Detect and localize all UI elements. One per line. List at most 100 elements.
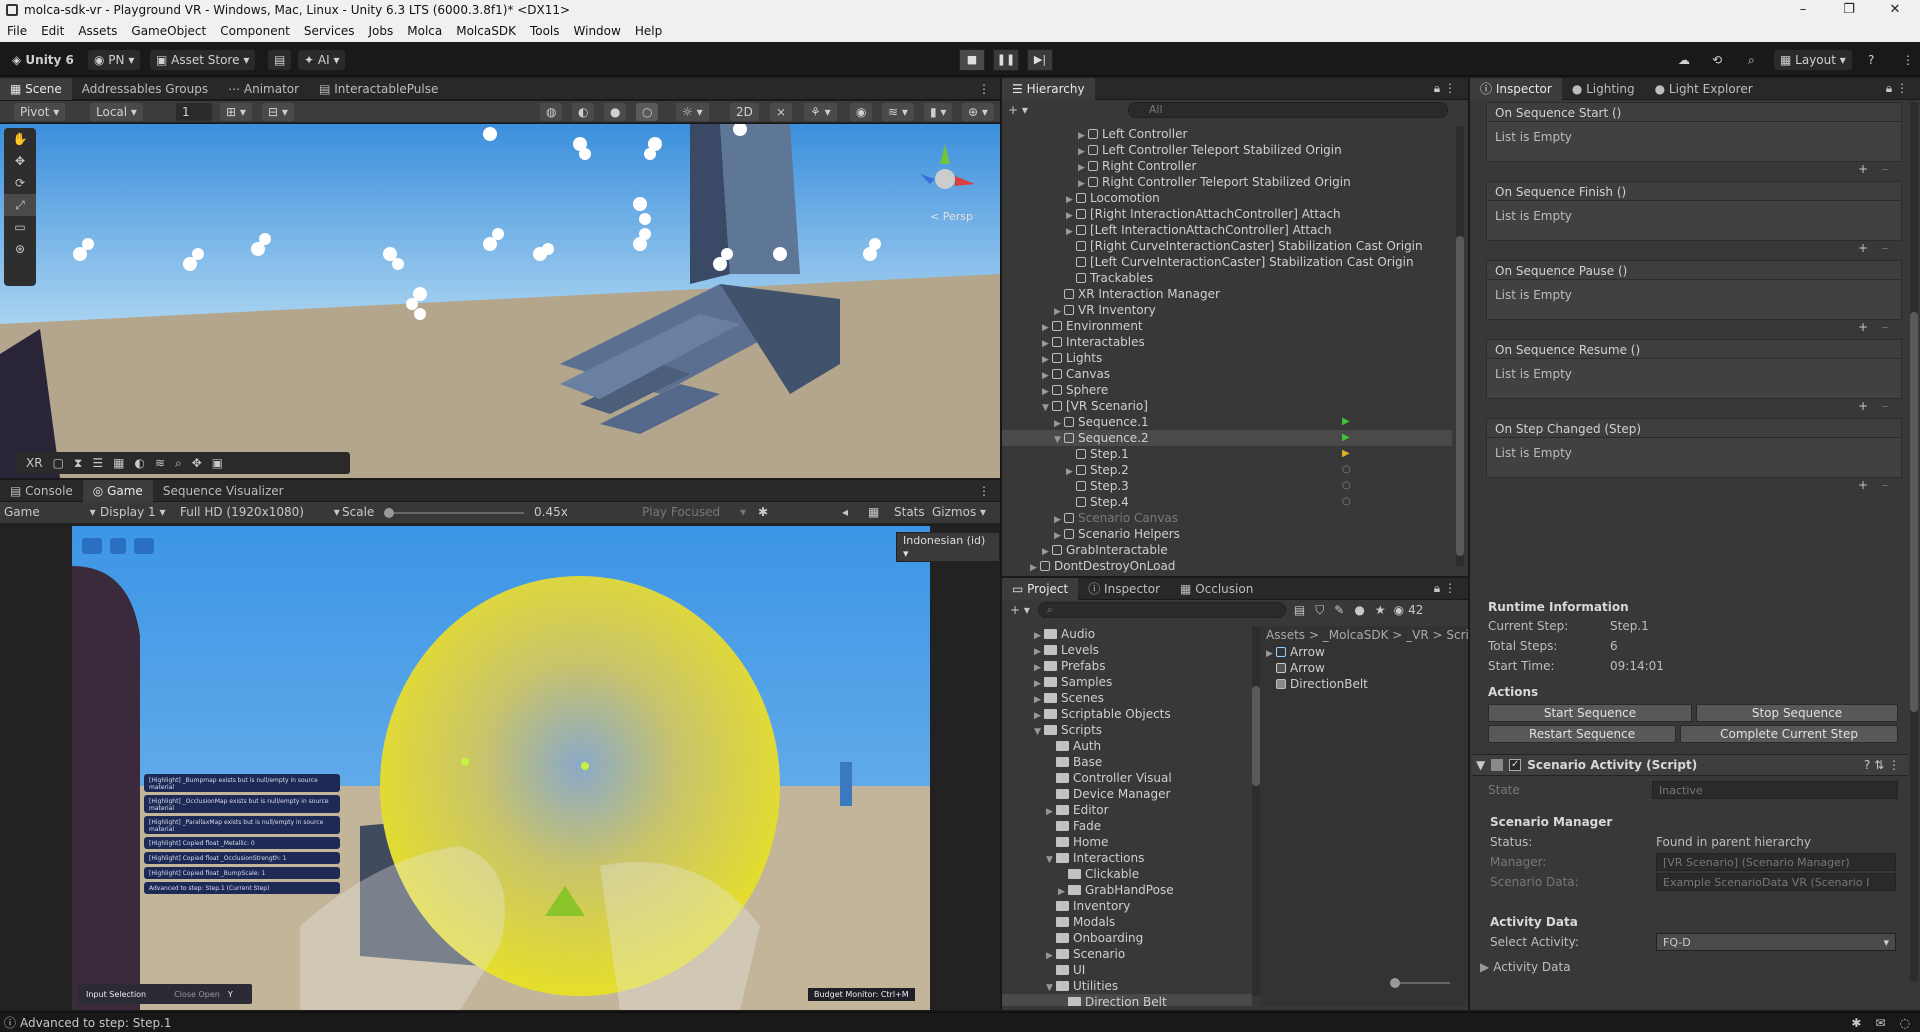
add-listener-button[interactable]: + (1858, 162, 1868, 176)
project-folder-item[interactable]: ▶ Scenario (1002, 946, 1252, 962)
inspector-scrollbar[interactable] (1910, 102, 1918, 982)
controller-icon[interactable] (110, 538, 126, 554)
project-folder-item[interactable]: ▼ Interactions (1002, 850, 1252, 866)
project-folder-item[interactable]: ▶ Scenes (1002, 690, 1252, 706)
hidden-packages-icon[interactable]: ● (1354, 603, 1364, 617)
step-button[interactable]: ▶| (1027, 49, 1053, 71)
vr-headset-icon[interactable] (82, 538, 102, 554)
hierarchy-item[interactable]: ▶ DontDestroyOnLoad (1002, 558, 1452, 574)
scene-menu-icon[interactable]: ⋮ (978, 82, 1000, 96)
project-folder-item[interactable]: Base (1002, 754, 1252, 770)
remove-listener-button[interactable]: – (1882, 399, 1888, 413)
effects-icon[interactable]: ☼ ▾ (676, 103, 709, 121)
breadcrumb-vr[interactable]: _VR (1406, 628, 1429, 642)
bug-report-icon[interactable]: ✱ (1851, 1016, 1861, 1030)
icon-size-slider[interactable] (1390, 978, 1450, 988)
menu-molca[interactable]: Molca (400, 24, 449, 38)
rotate-tool-icon[interactable]: ⟳ (4, 172, 36, 194)
menu-file[interactable]: File (0, 24, 34, 38)
mute-icon[interactable]: ◂ (842, 505, 848, 519)
tab-hierarchy[interactable]: ☰ Hierarchy (1002, 77, 1095, 100)
collapsed-arrow-icon[interactable]: ▶ (1030, 560, 1040, 576)
hierarchy-item[interactable]: ▼ Sequence.2 ▶ (1002, 430, 1452, 446)
rect-tool-icon[interactable]: ▭ (4, 216, 36, 238)
favorite-icon[interactable]: ★ (1375, 603, 1386, 617)
project-folder-item[interactable]: ▶ Audio (1002, 626, 1252, 642)
shading-solid-icon[interactable]: ● (604, 103, 627, 121)
hierarchy-item[interactable]: ▶ Right Controller Teleport Stabilized Or… (1002, 174, 1452, 190)
project-folder-item[interactable]: Device Manager (1002, 786, 1252, 802)
overlay-device-icon[interactable]: ▣ (212, 456, 223, 470)
create-asset-button[interactable]: + ▾ (1010, 603, 1030, 617)
background-tasks-icon[interactable]: ◌ (1900, 1016, 1910, 1030)
tab-interactable-pulse[interactable]: ▤ InteractablePulse (309, 78, 448, 100)
unity-version-button[interactable]: ◈ Unity 6 (6, 50, 80, 70)
hierarchy-item[interactable]: ▶ Scenario Helpers (1002, 526, 1452, 542)
project-folder-item[interactable]: Inventory (1002, 898, 1252, 914)
filter-label-icon[interactable]: ⛉ (1315, 603, 1324, 618)
game-view-dropdown[interactable]: Game ▾ (4, 505, 96, 519)
more-icon[interactable]: ⋮ (1896, 50, 1920, 70)
hierarchy-item[interactable]: ▶ Step.2 ○ (1002, 462, 1452, 478)
maximize-button[interactable]: ❐ (1826, 0, 1872, 20)
overlay-move-icon[interactable]: ✥ (192, 456, 202, 470)
game-viewport[interactable] (0, 526, 1000, 1010)
overlay-box-icon[interactable]: ▢ (53, 456, 64, 470)
project-search-input[interactable]: ⌕ (1037, 602, 1286, 618)
menu-component[interactable]: Component (213, 24, 297, 38)
select-activity-dropdown[interactable]: FQ-D ▾ (1656, 933, 1896, 951)
scene-viewport[interactable]: < Persp (0, 124, 1000, 478)
hierarchy-item[interactable]: ▶ Scenario Canvas (1002, 510, 1452, 526)
close-window-button[interactable]: ✕ (1872, 0, 1918, 20)
overlay-search-icon[interactable]: ⌕ (175, 456, 182, 471)
project-tree-scrollbar[interactable] (1252, 626, 1260, 996)
component-enabled-checkbox[interactable]: ✓ (1509, 759, 1522, 771)
manager-object-field[interactable]: [VR Scenario] (Scenario Manager) (1656, 853, 1896, 871)
visibility-toggle-icon[interactable]: ◉ (1394, 603, 1404, 617)
hierarchy-item[interactable]: ▶ VR Inventory (1002, 302, 1452, 318)
project-folder-item[interactable]: Fade (1002, 818, 1252, 834)
account-button[interactable]: ◉ PN ▾ (88, 50, 141, 70)
add-listener-button[interactable]: + (1858, 478, 1868, 492)
cloud-icon[interactable]: ☁ (1672, 50, 1696, 70)
breadcrumb-scripts[interactable]: Scrip (1446, 628, 1468, 642)
gizmos-dropdown[interactable]: Gizmos ▾ (932, 505, 986, 519)
project-folder-item[interactable]: ▼ Utilities (1002, 978, 1252, 994)
foldout-arrow-icon[interactable]: ▼ (1476, 758, 1485, 772)
xr-overlay-label[interactable]: XR (26, 456, 43, 470)
hierarchy-item[interactable]: ▶ Right Controller (1002, 158, 1452, 174)
visibility-icon[interactable]: ◉ (850, 103, 873, 121)
asset-item[interactable]: Arrow (1266, 660, 1468, 676)
tab-light-explorer[interactable]: ● Light Explorer (1645, 78, 1763, 100)
shading-wire-icon[interactable]: ◐ (572, 103, 595, 121)
menu-edit[interactable]: Edit (34, 24, 71, 38)
start-sequence-button[interactable]: Start Sequence (1488, 704, 1692, 722)
stop-sequence-button[interactable]: Stop Sequence (1695, 704, 1898, 722)
view-tool-icon[interactable]: ✋ (4, 128, 36, 150)
language-dropdown[interactable]: Indonesian (id) ▾ (896, 532, 1000, 562)
component-header[interactable]: ▼ ✓ Scenario Activity (Script) ? ⇅ ⋮ (1472, 754, 1908, 776)
project-folder-item[interactable]: ▶ Prefabs (1002, 658, 1252, 674)
hierarchy-item[interactable]: ▶ Locomotion (1002, 190, 1452, 206)
add-object-button[interactable]: + ▾ (1008, 103, 1028, 117)
resolution-dropdown[interactable]: Full HD (1920x1080) ▾ (180, 505, 340, 519)
hierarchy-item[interactable]: ▶ [Right InteractionAttachController] Att… (1002, 206, 1452, 222)
state-dropdown[interactable]: Inactive (1652, 781, 1898, 799)
search-icon[interactable]: ⌕ (1742, 50, 1761, 70)
menu-assets[interactable]: Assets (71, 24, 124, 38)
project-folder-item[interactable]: Direction Belt (1002, 994, 1252, 1006)
grid-snap-field[interactable]: 1 (176, 103, 212, 121)
project-folder-item[interactable]: ▶ Samples (1002, 674, 1252, 690)
overlay-grid-icon[interactable]: ▦ (113, 456, 124, 470)
scale-slider[interactable] (384, 508, 524, 518)
component-menu-icon[interactable]: ? ⇅ ⋮ (1864, 758, 1908, 772)
inspector-scroll-thumb[interactable] (1910, 312, 1918, 712)
menu-molcasdk[interactable]: MolcaSDK (449, 24, 523, 38)
scale-tool-icon[interactable]: ⤢ (4, 194, 36, 216)
hierarchy-scroll-thumb[interactable] (1456, 236, 1464, 556)
asset-item[interactable]: DirectionBelt (1266, 676, 1468, 692)
foldout-arrow-icon[interactable]: ▶ (1480, 960, 1489, 974)
package-icon[interactable]: ▤ (268, 50, 292, 70)
hierarchy-item[interactable]: Step.4 ○ (1002, 494, 1452, 510)
hierarchy-item[interactable]: ▶ [Left InteractionAttachController] Atta… (1002, 222, 1452, 238)
